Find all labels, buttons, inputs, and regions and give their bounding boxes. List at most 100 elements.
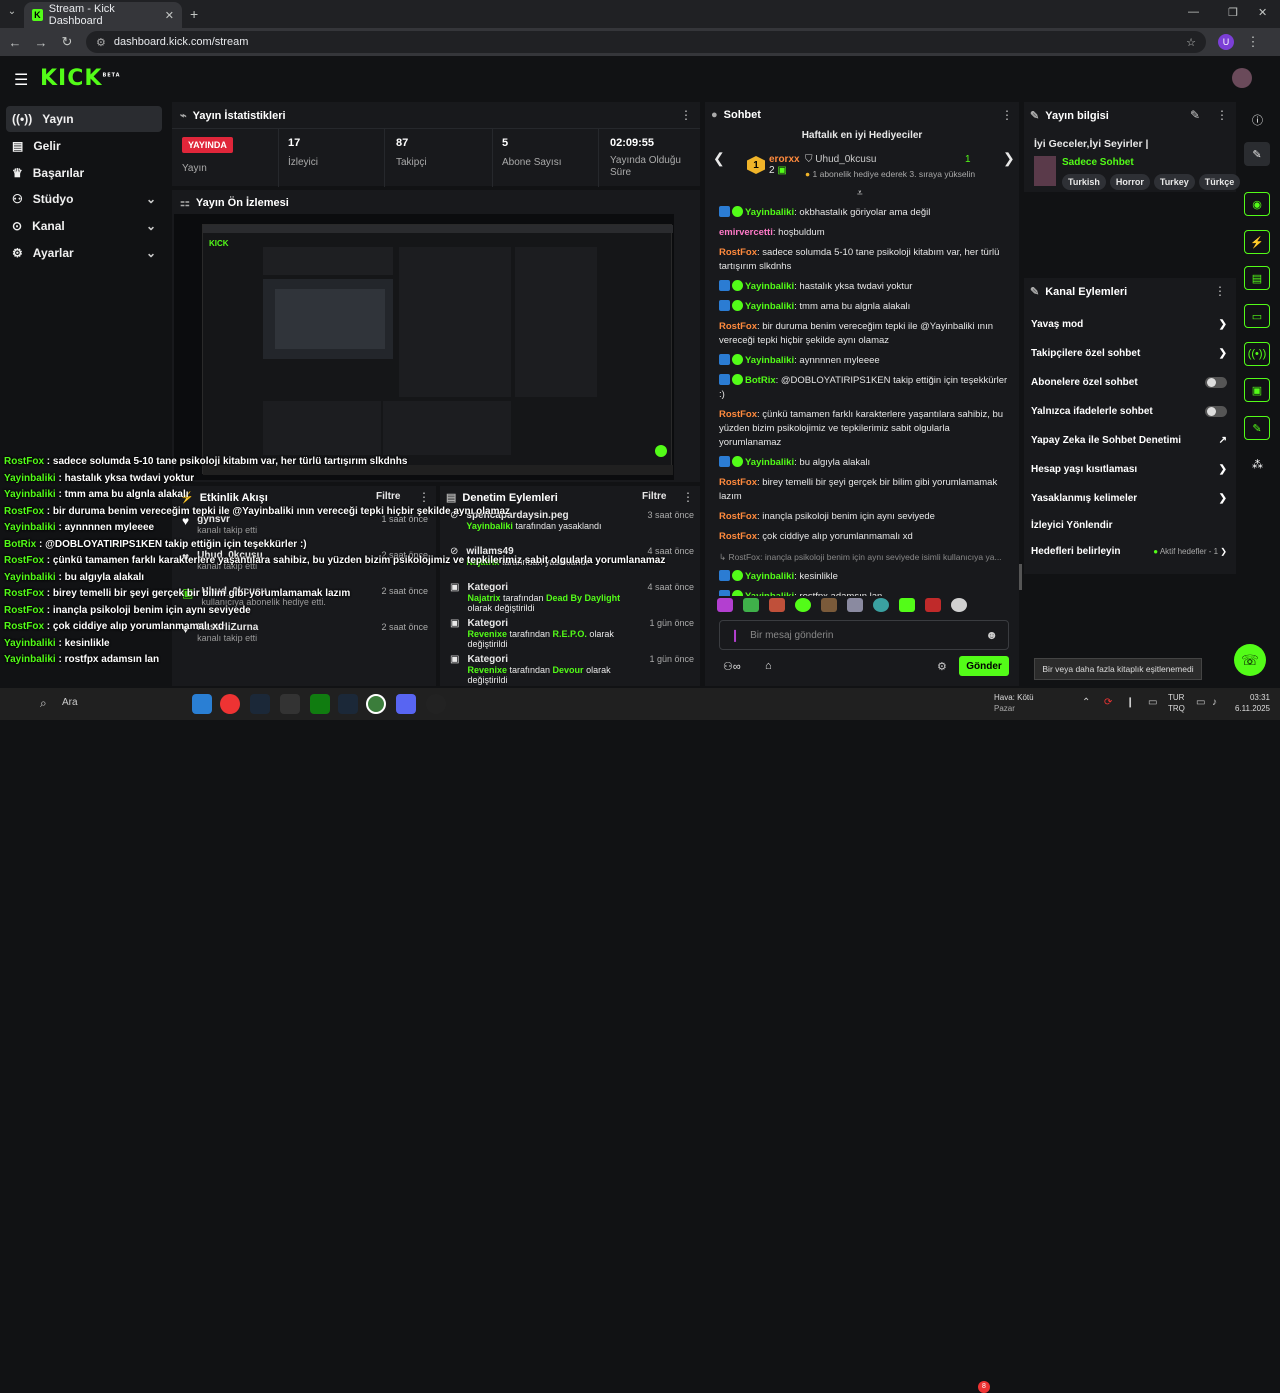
action-raid[interactable]: İzleyici Yönlendir	[1031, 513, 1227, 537]
send-button[interactable]: Gönder	[959, 656, 1009, 676]
nav-item-basarilar[interactable]: ♛ Başarılar	[6, 160, 162, 186]
kick-logo[interactable]: KICKBETA	[40, 66, 121, 91]
emote-icon[interactable]	[899, 598, 915, 612]
gifters-prev-icon[interactable]: ❮	[713, 150, 725, 167]
chat-input[interactable]: ❙ Bir mesaj gönderin ☻	[719, 620, 1009, 650]
nav-item-gelir[interactable]: ▤ Gelir	[6, 133, 162, 159]
chat-username[interactable]: RostFox	[719, 247, 757, 258]
subscribers-only-toggle[interactable]	[1205, 377, 1227, 388]
url-field[interactable]: ⚙ dashboard.kick.com/stream ☆	[86, 31, 1206, 53]
tab-close-icon[interactable]: ✕	[165, 9, 174, 22]
emote-icon[interactable]	[717, 598, 733, 612]
new-tab-icon[interactable]: +	[190, 6, 198, 22]
browser-menu-icon[interactable]: ⋮	[1246, 34, 1260, 50]
action-goals[interactable]: Hedefleri belirleyin ● Aktif hedefler - 1…	[1031, 537, 1227, 566]
chat-username[interactable]: Yayinbaliki	[745, 301, 794, 312]
action-followers-only[interactable]: Takipçilere özel sohbet ❯	[1031, 339, 1227, 368]
chrome-active-icon[interactable]	[366, 694, 386, 714]
monitor-icon[interactable]: ▭	[1148, 697, 1157, 708]
chrome-icon[interactable]	[220, 694, 240, 714]
chat-username[interactable]: emirvercetti	[719, 227, 773, 238]
action-slow-mode[interactable]: Yavaş mod ❯	[1031, 310, 1227, 339]
sync-error-icon[interactable]: ⟳	[1104, 697, 1112, 708]
document-icon[interactable]: ▤	[1244, 266, 1270, 290]
chat-username[interactable]: Yayinbaliki	[745, 571, 794, 582]
chat-username[interactable]: RostFox	[719, 531, 757, 542]
nav-item-kanal[interactable]: ⊙ Kanal ⌄	[6, 213, 162, 239]
nav-item-ayarlar[interactable]: ⚙ Ayarlar ⌄	[6, 240, 162, 266]
lightning-icon[interactable]: ⚡	[1244, 230, 1270, 254]
preview-video[interactable]: KICK	[174, 214, 674, 480]
chat-icon[interactable]: ▭	[1244, 304, 1270, 328]
discord-icon[interactable]	[396, 694, 416, 714]
chat-menu-icon[interactable]: ⋮	[1001, 108, 1013, 122]
chat-username[interactable]: RostFox	[719, 511, 757, 522]
emote-icon[interactable]	[769, 598, 785, 612]
profile-avatar[interactable]: U	[1218, 34, 1234, 50]
broadcast-icon[interactable]: ((•))	[1244, 342, 1270, 366]
clock-time[interactable]: 03:31	[1232, 693, 1270, 702]
bookmark-star-icon[interactable]: ☆	[1186, 36, 1196, 49]
chat-username[interactable]: RostFox	[719, 409, 757, 420]
chat-username[interactable]: Yayinbaliki	[745, 591, 794, 596]
tray-chevron-icon[interactable]: ⌃	[1082, 697, 1090, 708]
emote-icon[interactable]	[821, 598, 837, 612]
edit-layout-icon[interactable]: ✎	[1244, 142, 1270, 166]
minimize-icon[interactable]: —	[1188, 6, 1199, 18]
chat-username[interactable]: Yayinbaliki	[745, 281, 794, 292]
steam-icon[interactable]	[250, 694, 270, 714]
forward-icon[interactable]: →	[34, 35, 48, 50]
browser-tab[interactable]: K Stream - Kick Dashboard ✕	[24, 2, 182, 28]
chat-username[interactable]: RostFox	[719, 321, 757, 332]
emoji-icon[interactable]: ☻	[985, 628, 998, 642]
emote-icon[interactable]	[743, 598, 759, 612]
steam-icon-2[interactable]	[338, 694, 358, 714]
chat-username[interactable]: RostFox	[719, 477, 757, 488]
search-icon[interactable]: ⌕	[40, 696, 47, 711]
nav-item-yayin[interactable]: ((•)) Yayın	[6, 106, 162, 132]
chat-username[interactable]: Yayinbaliki	[745, 355, 794, 366]
mic-tray-icon[interactable]: ❙	[1126, 697, 1134, 708]
store-icon[interactable]: ⌂	[765, 660, 772, 672]
tab-search-icon[interactable]: ⌄	[4, 6, 20, 22]
volume-icon[interactable]: ♪	[1212, 697, 1217, 708]
emote-icon[interactable]	[873, 598, 889, 612]
user-avatar[interactable]	[1232, 68, 1252, 88]
reload-icon[interactable]: ↻	[60, 34, 74, 50]
chat-username[interactable]: Yayinbaliki	[745, 457, 794, 468]
edit-pencil-icon[interactable]: ✎	[1190, 108, 1200, 122]
tools-icon[interactable]: ✎	[1244, 416, 1270, 440]
stats-menu-icon[interactable]: ⋮	[680, 108, 692, 122]
emote-icon[interactable]	[925, 598, 941, 612]
action-ai-moderation[interactable]: Yapay Zeka ile Sohbet Denetimi ↗	[1031, 426, 1227, 455]
emote-only-toggle[interactable]	[1205, 406, 1227, 417]
xbox-icon[interactable]	[310, 694, 330, 714]
chat-username[interactable]: Yayinbaliki	[745, 207, 794, 218]
gifters-next-icon[interactable]: ❯	[1003, 150, 1015, 167]
chat-settings-icon[interactable]: ⚙	[937, 660, 947, 673]
close-window-icon[interactable]: ✕	[1258, 6, 1267, 19]
network-icon[interactable]: ▭	[1196, 697, 1205, 708]
lang-1[interactable]: TUR	[1168, 693, 1184, 702]
edge-icon[interactable]	[192, 694, 212, 714]
chat-scrollbar[interactable]	[1019, 564, 1022, 590]
camera-icon[interactable]: ◉	[1244, 192, 1270, 216]
info-icon[interactable]: ⓘ	[1252, 112, 1263, 128]
back-icon[interactable]: ←	[8, 35, 22, 50]
taskbar-search[interactable]: Ara	[62, 697, 78, 708]
moderation-filter-button[interactable]: Filtre	[642, 491, 666, 502]
epic-icon[interactable]	[280, 694, 300, 714]
stream-info-menu-icon[interactable]: ⋮	[1216, 108, 1228, 122]
moderation-menu-icon[interactable]: ⋮	[682, 490, 694, 504]
emote-icon[interactable]	[795, 598, 811, 612]
obs-icon[interactable]	[426, 694, 446, 714]
mic-icon[interactable]: ❙	[730, 628, 740, 642]
nav-item-studyo[interactable]: ⚇ Stüdyo ⌄	[6, 186, 162, 212]
apps-icon[interactable]: ⁂	[1252, 458, 1263, 471]
weather-text[interactable]: Hava: Kötü	[994, 693, 1034, 702]
support-button[interactable]: ☏	[1234, 644, 1266, 676]
emote-icon[interactable]	[847, 598, 863, 612]
emote-icon[interactable]	[951, 598, 967, 612]
chat-username[interactable]: BotRix	[745, 375, 776, 386]
emote-menu-icon[interactable]: ⚇∞	[723, 660, 741, 673]
